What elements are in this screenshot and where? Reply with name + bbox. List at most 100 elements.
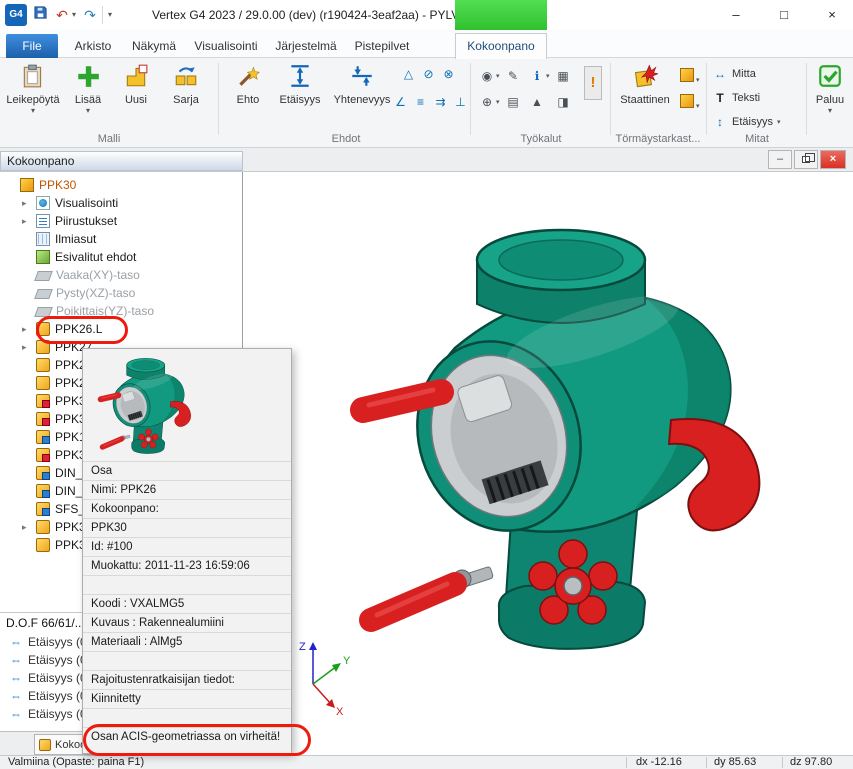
caret-icon: ▾: [4, 107, 62, 115]
undo-caret-icon[interactable]: ▾: [72, 10, 76, 19]
distance-measure-icon: ↕: [712, 115, 728, 129]
caret-icon[interactable]: ▾: [546, 72, 550, 80]
tab-file[interactable]: File: [6, 34, 58, 58]
parallel-constraint-icon[interactable]: ≡: [412, 94, 429, 111]
wand-icon: [226, 63, 270, 92]
chevron-icon[interactable]: ▸: [22, 324, 27, 335]
series-button[interactable]: Sarja: [160, 62, 212, 106]
chevron-icon[interactable]: ▸: [22, 342, 27, 353]
redo-icon[interactable]: ↷: [80, 4, 100, 26]
group-separator: [470, 63, 471, 135]
chevron-icon[interactable]: ▸: [22, 522, 27, 533]
angle-constraint-icon[interactable]: △: [400, 66, 417, 83]
panel-caption[interactable]: Kokoonpano: [0, 151, 243, 171]
visualization-icon: [36, 196, 50, 210]
plane-icon: [34, 307, 53, 317]
coincidence-constraint-button[interactable]: Yhtenevyys: [330, 62, 394, 106]
diameter-constraint-icon[interactable]: ⊘: [420, 66, 437, 83]
status-separator: [782, 757, 783, 768]
distance-constraint-icon: ⇔: [8, 707, 24, 721]
measure-icon: ↔: [712, 67, 728, 81]
distance-constraint-button[interactable]: Etäisyys: [274, 62, 326, 106]
measure-button[interactable]: ↔ Mitta: [712, 64, 756, 84]
tooltip-row: Osa: [83, 461, 291, 480]
distance-measure-button[interactable]: ↕ Etäisyys ▾: [712, 112, 780, 132]
axes-icon[interactable]: ▲: [528, 92, 546, 110]
quick-access-caret-icon[interactable]: ▾: [108, 10, 112, 19]
doc-restore-button[interactable]: [794, 150, 818, 169]
concentric-constraint-icon[interactable]: ⊗: [440, 66, 457, 83]
return-check-icon: [810, 63, 850, 92]
tooltip-row: Kiinnitetty: [83, 689, 291, 708]
tooltip-row: PPK30: [83, 518, 291, 537]
new-part-button[interactable]: Uusi: [114, 62, 158, 106]
mask-icon[interactable]: ▦: [554, 66, 572, 84]
static-collision-button[interactable]: Staattinen: [616, 62, 674, 106]
tree-item-piirustukset[interactable]: ▸ Piirustukset: [0, 212, 242, 230]
title-bar: G4 ↶ ▾ ↷ ▾ Vertex G4 2023 / 29.0.00 (dev…: [0, 0, 853, 30]
tab-nakyma[interactable]: Näkymä: [124, 34, 184, 58]
doc-minimize-button[interactable]: –: [768, 150, 792, 169]
tab-kokoonpano[interactable]: Kokoonpano: [455, 33, 547, 59]
appearances-icon: [36, 232, 50, 246]
camera-icon[interactable]: ◉: [478, 66, 496, 84]
caret-icon[interactable]: ▾: [496, 98, 500, 106]
window-title: Vertex G4 2023 / 29.0.00 (dev) (r190424-…: [152, 8, 468, 22]
zoom-icon[interactable]: ⊕: [478, 92, 496, 110]
tree-item-pysty-taso[interactable]: Pysty(XZ)-taso: [0, 284, 242, 302]
close-button[interactable]: ×: [811, 0, 853, 30]
tree-item-esivalitut-ehdot[interactable]: Esivalitut ehdot: [0, 248, 242, 266]
list-icon[interactable]: ▤: [504, 92, 522, 110]
ribbon: Leikepöytä ▾ Lisää ▾ Uusi Sarja Malli Eh…: [0, 58, 853, 148]
return-button[interactable]: Paluu ▾: [810, 62, 850, 115]
chevron-icon[interactable]: ▸: [22, 216, 27, 227]
tree-item-ppk26l[interactable]: ▸ PPK26.L: [0, 320, 242, 338]
collision-icon: [616, 63, 674, 92]
warning-button[interactable]: !: [584, 66, 602, 100]
chevron-icon[interactable]: ▸: [22, 198, 27, 209]
caret-icon: ▾: [777, 118, 781, 126]
contextual-tab-highlight: [455, 0, 547, 30]
tab-visualisointi[interactable]: Visualisointi: [186, 34, 266, 58]
3d-viewport[interactable]: Z Y X: [243, 172, 853, 755]
tooltip-row: Nimi: PPK26: [83, 480, 291, 499]
collision-option2-icon[interactable]: ▾: [680, 94, 700, 111]
app-logo[interactable]: G4: [5, 4, 27, 26]
assembly-tab-icon: [39, 739, 51, 751]
plane-icon: [34, 289, 53, 299]
collision-option-icon[interactable]: ▾: [680, 68, 700, 85]
part-icon: [36, 340, 50, 354]
tab-arkisto[interactable]: Arkisto: [64, 34, 122, 58]
section-icon[interactable]: ◨: [554, 92, 572, 110]
add-part-button[interactable]: Lisää ▾: [66, 62, 110, 115]
save-icon[interactable]: [30, 4, 50, 26]
part-info-tooltip: Osa Nimi: PPK26 Kokoonpano: PPK30 Id: #1…: [82, 348, 292, 754]
perpendicular-constraint-icon[interactable]: ⊥: [452, 94, 469, 111]
info-icon[interactable]: ℹ: [528, 66, 546, 84]
assembly-root-icon: [20, 178, 34, 192]
minimize-button[interactable]: –: [715, 0, 757, 30]
part-icon: [36, 430, 50, 444]
tree-item-vaaka-taso[interactable]: Vaaka(XY)-taso: [0, 266, 242, 284]
maximize-button[interactable]: □: [763, 0, 805, 30]
status-separator: [706, 757, 707, 768]
caret-icon[interactable]: ▾: [496, 72, 500, 80]
tree-item-ppk30[interactable]: PPK30: [0, 176, 242, 194]
angle2-constraint-icon[interactable]: ∠: [392, 94, 409, 111]
doc-close-button[interactable]: ×: [820, 150, 846, 169]
edit-icon[interactable]: ✎: [504, 66, 522, 84]
part-icon: [36, 538, 50, 552]
constraint-button[interactable]: Ehto: [226, 62, 270, 106]
group-separator: [218, 63, 219, 135]
align-constraint-icon[interactable]: ⇉: [432, 94, 449, 111]
tab-pistepilvet[interactable]: Pistepilvet: [346, 34, 418, 58]
tree-item-visualisointi[interactable]: ▸ Visualisointi: [0, 194, 242, 212]
tooltip-spacer-row: [83, 708, 291, 727]
part-icon: [36, 520, 50, 534]
tab-jarjestelma[interactable]: Järjestelmä: [268, 34, 344, 58]
undo-icon[interactable]: ↶: [52, 4, 72, 26]
tree-item-poikittais-taso[interactable]: Poikittais(YZ)-taso: [0, 302, 242, 320]
tree-item-ilmiasut[interactable]: Ilmiasut: [0, 230, 242, 248]
clipboard-button[interactable]: Leikepöytä ▾: [4, 62, 62, 115]
text-button[interactable]: T Teksti: [712, 88, 760, 108]
